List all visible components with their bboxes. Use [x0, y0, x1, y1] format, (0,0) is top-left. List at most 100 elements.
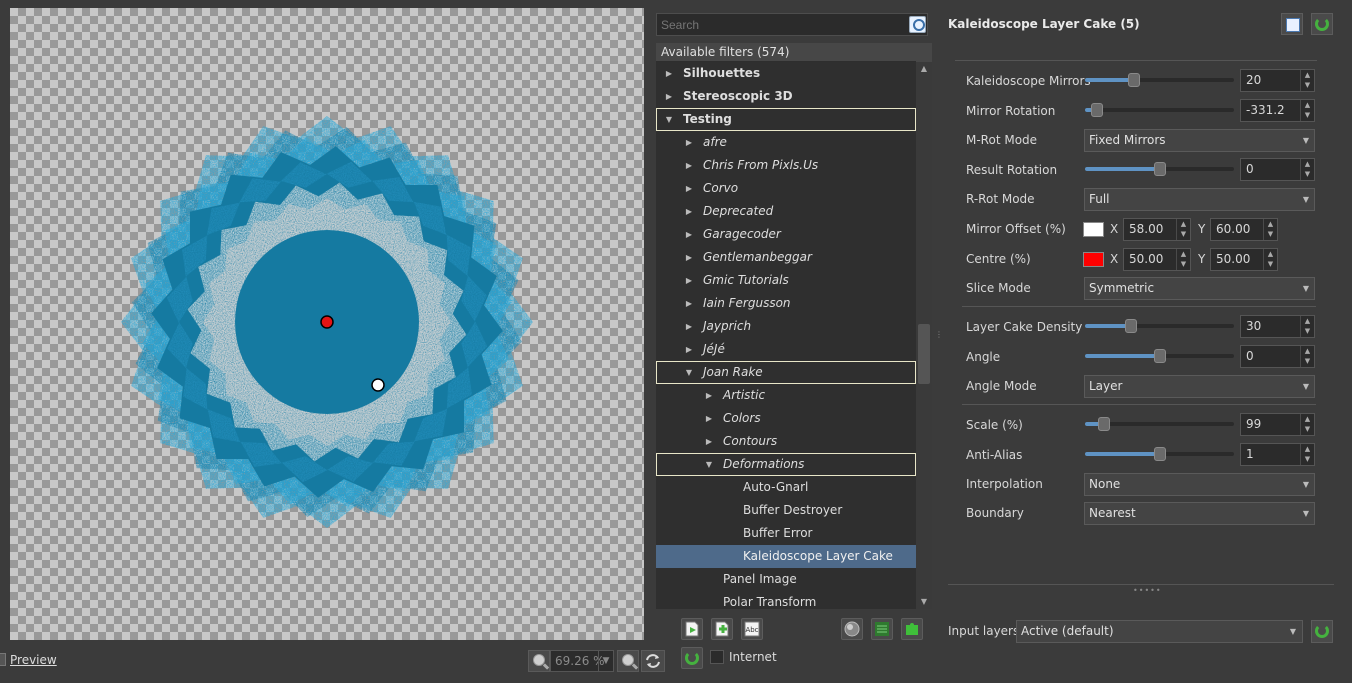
mirror-offset-handle[interactable]	[371, 378, 385, 392]
scroll-down-icon[interactable]: ▼	[916, 595, 932, 609]
slider-handle[interactable]	[1153, 447, 1166, 461]
text-fave-button[interactable]: Abc	[741, 618, 763, 640]
selection-mode-button[interactable]	[841, 618, 863, 640]
spin-arrows-icon[interactable]: ▲ ▼	[1300, 414, 1314, 435]
spin-arrows-icon[interactable]: ▲ ▼	[1300, 316, 1314, 337]
spin-arrows-icon[interactable]: ▲ ▼	[1176, 219, 1190, 240]
filter-folder[interactable]: ▶ Stereoscopic 3D	[656, 85, 916, 108]
spin-arrows-icon[interactable]: ▲ ▼	[1300, 100, 1314, 121]
filter-folder[interactable]: ▶ Gentlemanbeggar	[656, 246, 916, 269]
result-rotation-spinbox[interactable]: 0 ▲ ▼	[1240, 158, 1315, 181]
spin-arrows-icon[interactable]: ▲ ▼	[1300, 70, 1314, 91]
spin-arrows-icon[interactable]: ▲ ▼	[1176, 249, 1190, 270]
filter-folder[interactable]: ▶ Silhouettes	[656, 62, 916, 85]
angle-mode-select[interactable]: Layer ▼	[1084, 375, 1315, 398]
chevron-right-icon[interactable]: ▶	[664, 85, 674, 108]
filter-tree[interactable]: ▶ Silhouettes ▶ Stereoscopic 3D ▼ Testing ▶ afr…	[656, 62, 916, 609]
scale-slider[interactable]	[1085, 417, 1234, 431]
anti-alias-spinbox[interactable]: 1 ▲ ▼	[1240, 443, 1315, 466]
filter-folder[interactable]: ▶ Deprecated	[656, 200, 916, 223]
input-layers-select[interactable]: Active (default) ▼	[1016, 620, 1303, 643]
spin-arrows-icon[interactable]: ▲ ▼	[1300, 346, 1314, 367]
angle-slider[interactable]	[1085, 349, 1234, 363]
mirror-offset-y-spinbox[interactable]: 60.00 ▲ ▼	[1210, 218, 1278, 241]
spin-arrows-icon[interactable]: ▲ ▼	[1300, 159, 1314, 180]
chevron-right-icon[interactable]: ▶	[684, 269, 694, 292]
chevron-down-icon[interactable]: ▼	[598, 651, 613, 671]
chevron-down-icon[interactable]: ▼	[664, 108, 674, 131]
filter-item[interactable]: Auto-Gnarl	[656, 476, 916, 499]
filter-folder[interactable]: ▼ Joan Rake	[656, 361, 916, 384]
search-icon[interactable]	[909, 16, 926, 33]
filter-folder[interactable]: ▶ Artistic	[656, 384, 916, 407]
expand-collapse-button[interactable]	[871, 618, 893, 640]
chevron-right-icon[interactable]: ▶	[684, 292, 694, 315]
chevron-right-icon[interactable]: ▶	[684, 338, 694, 361]
chevron-right-icon[interactable]: ▶	[684, 315, 694, 338]
mirror-offset-x-spinbox[interactable]: 58.00 ▲ ▼	[1123, 218, 1191, 241]
zoom-out-button[interactable]	[528, 650, 550, 672]
filter-folder[interactable]: ▶ Iain Fergusson	[656, 292, 916, 315]
chevron-right-icon[interactable]: ▶	[704, 407, 714, 430]
filter-folder[interactable]: ▶ Contours	[656, 430, 916, 453]
filter-folder[interactable]: ▼ Testing	[656, 108, 916, 131]
filter-folder[interactable]: ▶ Colors	[656, 407, 916, 430]
chevron-right-icon[interactable]: ▶	[684, 246, 694, 269]
scrollbar-thumb[interactable]	[918, 324, 930, 384]
result-rotation-slider[interactable]	[1085, 162, 1234, 176]
filter-folder[interactable]: ▶ Chris From Pixls.Us	[656, 154, 916, 177]
centre-color-swatch[interactable]	[1083, 252, 1104, 267]
input-layers-refresh-button[interactable]	[1311, 620, 1333, 643]
zoom-in-button[interactable]	[617, 650, 639, 672]
angle-spinbox[interactable]: 0 ▲ ▼	[1240, 345, 1315, 368]
filter-folder[interactable]: ▶ JéJé	[656, 338, 916, 361]
kaleidoscope-mirrors-slider[interactable]	[1085, 73, 1234, 87]
chevron-right-icon[interactable]: ▶	[684, 200, 694, 223]
layer-cake-density-slider[interactable]	[1085, 319, 1234, 333]
filter-tree-scrollbar[interactable]: ▲ ▼	[916, 62, 932, 609]
filter-folder[interactable]: ▶ Jayprich	[656, 315, 916, 338]
r-rot-mode-select[interactable]: Full ▼	[1084, 188, 1315, 211]
splitter-handle[interactable]: ⋮	[935, 331, 943, 347]
visibility-button[interactable]	[901, 618, 923, 640]
chevron-right-icon[interactable]: ▶	[704, 430, 714, 453]
mirror-offset-color-swatch[interactable]	[1083, 222, 1104, 237]
preview-canvas[interactable]	[10, 8, 644, 640]
kaleidoscope-mirrors-spinbox[interactable]: 20 ▲ ▼	[1240, 69, 1315, 92]
refresh-preview-button[interactable]	[641, 650, 665, 672]
filter-item[interactable]: Buffer Error	[656, 522, 916, 545]
chevron-right-icon[interactable]: ▶	[684, 154, 694, 177]
slice-mode-select[interactable]: Symmetric ▼	[1084, 277, 1315, 300]
boundary-select[interactable]: Nearest ▼	[1084, 502, 1315, 525]
filter-folder[interactable]: ▶ Garagecoder	[656, 223, 916, 246]
interpolation-select[interactable]: None ▼	[1084, 473, 1315, 496]
filter-item[interactable]: Panel Image	[656, 568, 916, 591]
internet-checkbox[interactable]	[710, 650, 724, 664]
filter-item[interactable]: Polar Transform	[656, 591, 916, 609]
filter-folder[interactable]: ▶ Gmic Tutorials	[656, 269, 916, 292]
copy-command-button[interactable]	[1281, 13, 1303, 35]
filter-folder[interactable]: ▼ Deformations	[656, 453, 916, 476]
slider-handle[interactable]	[1153, 162, 1166, 176]
centre-handle[interactable]	[320, 315, 334, 329]
filter-folder[interactable]: ▶ Corvo	[656, 177, 916, 200]
resize-grip[interactable]: •••••	[1133, 586, 1162, 595]
layer-cake-density-spinbox[interactable]: 30 ▲ ▼	[1240, 315, 1315, 338]
slider-handle[interactable]	[1098, 417, 1111, 431]
chevron-right-icon[interactable]: ▶	[704, 384, 714, 407]
reset-parameters-button[interactable]	[1311, 13, 1333, 35]
chevron-right-icon[interactable]: ▶	[684, 223, 694, 246]
centre-x-spinbox[interactable]: 50.00 ▲ ▼	[1123, 248, 1191, 271]
search-input[interactable]	[656, 13, 928, 36]
slider-handle[interactable]	[1125, 319, 1138, 333]
preview-checkbox[interactable]	[0, 653, 6, 666]
add-fave-button[interactable]	[681, 618, 703, 640]
spin-arrows-icon[interactable]: ▲ ▼	[1263, 249, 1277, 270]
anti-alias-slider[interactable]	[1085, 447, 1234, 461]
filter-item[interactable]: Buffer Destroyer	[656, 499, 916, 522]
chevron-down-icon[interactable]: ▼	[684, 361, 694, 384]
mirror-rotation-slider[interactable]	[1085, 103, 1234, 117]
chevron-right-icon[interactable]: ▶	[684, 131, 694, 154]
spin-arrows-icon[interactable]: ▲ ▼	[1300, 444, 1314, 465]
chevron-right-icon[interactable]: ▶	[664, 62, 674, 85]
